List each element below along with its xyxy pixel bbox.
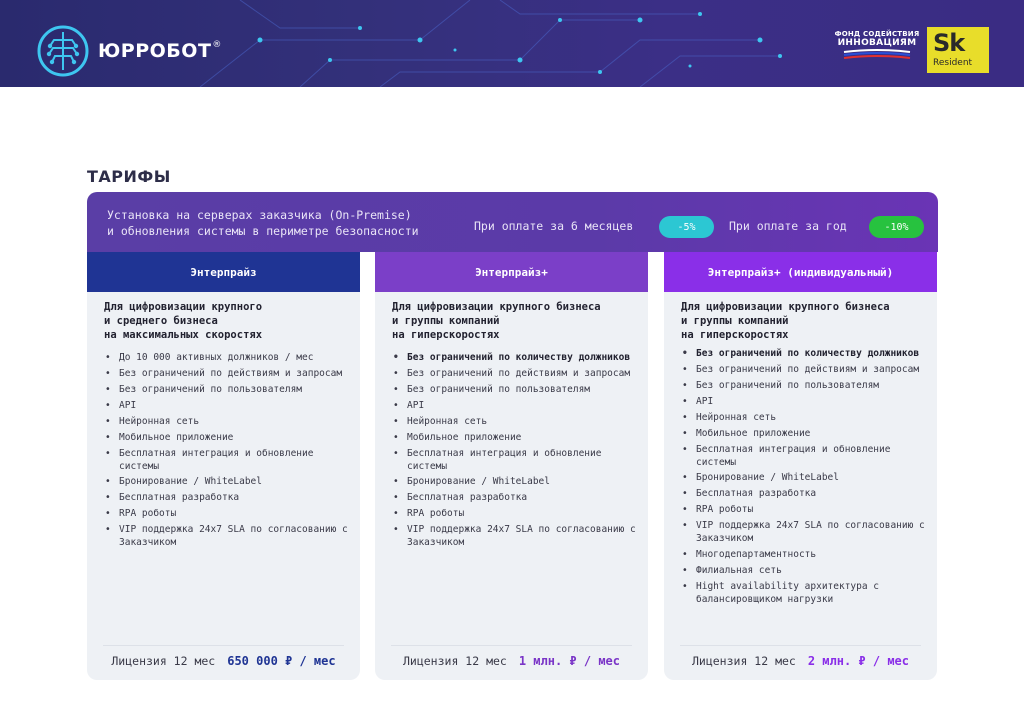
feature-item: API	[681, 396, 929, 409]
feature-item: Без ограничений по количеству должников	[392, 352, 640, 365]
feature-item: Без ограничений по пользователям	[392, 384, 640, 397]
feature-item: Бесплатная разработка	[392, 492, 640, 505]
feature-item: Бесплатная разработка	[104, 492, 352, 505]
desc-line2: и обновления системы в периметре безопас…	[107, 224, 419, 238]
feature-item: Без ограничений по действиям и запросам	[681, 364, 929, 377]
feature-item: VIP поддержка 24x7 SLA по согласованию с…	[392, 524, 640, 549]
feature-item: RPA роботы	[681, 504, 929, 517]
feature-item: API	[392, 400, 640, 413]
tariff-subtitle: Для цифровизации крупного бизнеса и груп…	[681, 301, 890, 341]
desc-line1: Установка на серверах заказчика (On-Prem…	[107, 208, 412, 222]
fund-line2: ИННОВАЦИЯМ	[837, 38, 917, 48]
feature-item: RPA роботы	[392, 508, 640, 521]
feature-item: Без ограничений по количеству должников	[681, 348, 929, 361]
feature-item: RPA роботы	[104, 508, 352, 521]
flag-wave-icon	[843, 49, 911, 59]
logo[interactable]: ЮРРОБОТ®	[36, 24, 222, 78]
license-label: Лицензия 12 мес	[111, 654, 216, 668]
feature-item: Многодепартаментность	[681, 549, 929, 562]
feature-item: Нейронная сеть	[392, 416, 640, 429]
tariff-title: Энтерпрайз+	[375, 252, 648, 292]
tariff-title: Энтерпрайз+ (индивидуальный)	[664, 252, 937, 292]
feature-item: VIP поддержка 24x7 SLA по согласованию с…	[104, 524, 352, 549]
page-title: ТАРИФЫ	[87, 167, 171, 186]
discount-6-months-badge: -5%	[659, 216, 714, 238]
tariff-subtitle: Для цифровизации крупного бизнеса и груп…	[392, 301, 601, 341]
on-premise-description: Установка на серверах заказчика (On-Prem…	[107, 207, 419, 239]
feature-item: До 10 000 активных должников / мес	[104, 352, 352, 365]
feature-item: API	[104, 400, 352, 413]
header-banner: ЮРРОБОТ® ФОНД СОДЕЙСТВИЯ ИННОВАЦИЯМ Sk R…	[0, 0, 1024, 87]
divider	[103, 645, 344, 646]
tariff-footer: Лицензия 12 мес 1 млн. ₽ / мес	[375, 654, 648, 668]
tariff-price: 650 000 ₽ / мес	[227, 654, 336, 668]
feature-item: Бесплатная разработка	[681, 488, 929, 501]
feature-item: Бесплатная интеграция и обновление систе…	[104, 448, 352, 473]
sk-mark: Sk	[933, 29, 965, 57]
feature-item: Мобильное приложение	[681, 428, 929, 441]
discount-year-badge: -10%	[869, 216, 924, 238]
license-label: Лицензия 12 мес	[691, 654, 796, 668]
tariff-footer: Лицензия 12 мес 2 млн. ₽ / мес	[664, 654, 937, 668]
feature-list: До 10 000 активных должников / мес Без о…	[87, 342, 360, 550]
pay-6-months-label: При оплате за 6 месяцев	[474, 219, 634, 233]
tariff-card-enterprise-plus: Энтерпрайз+ Для цифровизации крупного би…	[375, 252, 648, 680]
divider	[391, 645, 632, 646]
logo-text: ЮРРОБОТ®	[98, 40, 222, 62]
feature-item: Бронирование / WhiteLabel	[104, 476, 352, 489]
tariff-price: 1 млн. ₽ / мес	[518, 654, 620, 668]
innovation-fund-logo: ФОНД СОДЕЙСТВИЯ ИННОВАЦИЯМ	[834, 30, 920, 70]
feature-item: Hight availability архитектура с баланси…	[681, 581, 929, 606]
feature-item: Филиальная сеть	[681, 565, 929, 578]
divider	[680, 645, 921, 646]
feature-item: Мобильное приложение	[392, 432, 640, 445]
license-label: Лицензия 12 мес	[402, 654, 507, 668]
tariff-card-enterprise-plus-individual: Энтерпрайз+ (индивидуальный) Для цифрови…	[664, 252, 937, 680]
feature-item: Без ограничений по действиям и запросам	[104, 368, 352, 381]
feature-list: Без ограничений по количеству должников …	[375, 342, 648, 550]
tariff-card-enterprise: Энтерпрайз Для цифровизации крупного и с…	[87, 252, 360, 680]
feature-item: Бесплатная интеграция и обновление систе…	[681, 444, 929, 469]
feature-item: Бронирование / WhiteLabel	[392, 476, 640, 489]
tariff-title: Энтерпрайз	[87, 252, 360, 292]
feature-item: Без ограничений по пользователям	[104, 384, 352, 397]
feature-item: Нейронная сеть	[104, 416, 352, 429]
tariff-footer: Лицензия 12 мес 650 000 ₽ / мес	[87, 654, 360, 668]
tariff-price: 2 млн. ₽ / мес	[807, 654, 909, 668]
sk-resident-label: Resident	[933, 58, 973, 68]
feature-item: Мобильное приложение	[104, 432, 352, 445]
feature-item: Бесплатная интеграция и обновление систе…	[392, 448, 640, 473]
feature-item: Бронирование / WhiteLabel	[681, 472, 929, 485]
feature-item: Без ограничений по действиям и запросам	[392, 368, 640, 381]
feature-item: Без ограничений по пользователям	[681, 380, 929, 393]
feature-item: Нейронная сеть	[681, 412, 929, 425]
pricing-options-bar: Установка на серверах заказчика (On-Prem…	[87, 192, 938, 252]
pay-year-label: При оплате за год	[729, 219, 847, 233]
tariff-subtitle: Для цифровизации крупного и среднего биз…	[104, 301, 263, 341]
feature-list: Без ограничений по количеству должников …	[664, 342, 937, 606]
fund-line1: ФОНД СОДЕЙСТВИЯ	[834, 30, 920, 38]
robot-brain-icon	[37, 25, 89, 77]
feature-item: VIP поддержка 24x7 SLA по согласованию с…	[681, 520, 929, 545]
skolkovo-resident-badge: Sk Resident	[927, 27, 989, 73]
